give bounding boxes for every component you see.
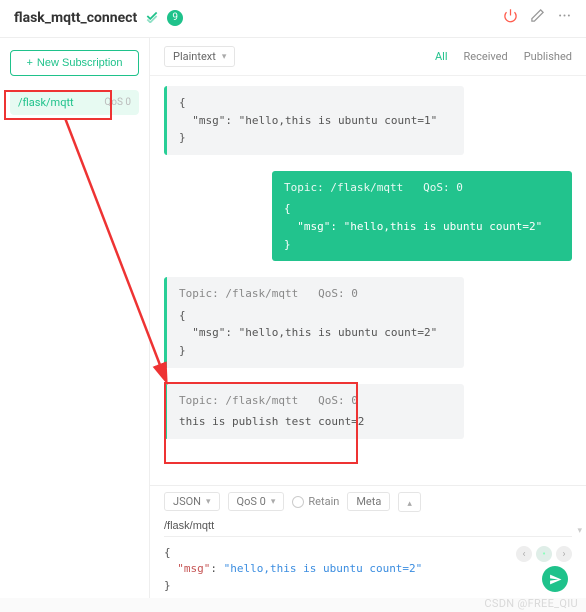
filter-published[interactable]: Published — [524, 50, 572, 63]
publish-topic-input[interactable] — [164, 516, 572, 537]
subscription-topic: /flask/mqtt — [18, 96, 88, 109]
message-body: { "msg": "hello,this is ubuntu count=2" … — [284, 200, 560, 253]
message-header: Topic: /flask/mqtt QoS: 0 — [179, 392, 452, 410]
messages-toolbar: Plaintext ▾ All Received Published — [150, 38, 586, 76]
titlebar: flask_mqtt_connect 9 — [0, 0, 586, 38]
collapse-toggle[interactable]: ▴ — [398, 492, 421, 512]
message-card: Topic: /flask/mqtt QoS: 0 { "msg": "hell… — [272, 171, 572, 261]
titlebar-left: flask_mqtt_connect 9 — [14, 8, 183, 27]
message-card: Topic: /flask/mqtt QoS: 0 this is publis… — [164, 384, 464, 439]
message-card: Topic: /flask/mqtt QoS: 0 { "msg": "hell… — [164, 277, 464, 367]
messages-panel[interactable]: { "msg": "hello,this is ubuntu count=1" … — [150, 76, 586, 485]
subscription-qos: QoS 0 — [104, 97, 131, 108]
publish-payload-editor[interactable]: { "msg": "hello,this is ubuntu count=2" … — [164, 541, 572, 599]
history-next-icon[interactable]: › — [556, 546, 572, 562]
payload-type-select[interactable]: JSON▾ — [164, 492, 220, 511]
titlebar-actions — [503, 8, 572, 27]
chevron-down-icon: ▾ — [206, 497, 211, 507]
meta-button[interactable]: Meta — [347, 492, 390, 511]
chevron-down-icon[interactable]: ▾ — [577, 526, 582, 536]
message-card: { "msg": "hello,this is ubuntu count=1" … — [164, 86, 464, 155]
main: + New Subscription /flask/mqtt QoS 0 Pla… — [0, 38, 586, 598]
message-body: { "msg": "hello,this is ubuntu count=2" … — [179, 307, 452, 360]
power-icon[interactable] — [503, 8, 518, 27]
content: Plaintext ▾ All Received Published { "ms… — [150, 38, 586, 598]
new-subscription-button[interactable]: + New Subscription — [10, 50, 139, 76]
chevron-up-icon: ▴ — [407, 499, 412, 509]
send-button[interactable] — [542, 566, 568, 592]
message-filters: All Received Published — [435, 50, 572, 63]
watermark: CSDN @FREE_QIU — [484, 597, 578, 610]
history-prev-icon[interactable]: ‹ — [516, 546, 532, 562]
message-body: this is publish test count=2 — [179, 413, 452, 431]
unread-badge: 9 — [167, 10, 183, 26]
payload-format-value: Plaintext — [173, 50, 216, 63]
filter-all[interactable]: All — [435, 50, 448, 63]
payload-format-select[interactable]: Plaintext ▾ — [164, 46, 235, 67]
history-middle-icon[interactable]: • — [536, 546, 552, 562]
subscription-item[interactable]: /flask/mqtt QoS 0 — [10, 90, 139, 115]
edit-icon[interactable] — [530, 8, 545, 27]
filter-received[interactable]: Received — [464, 50, 508, 63]
qos-select[interactable]: QoS 0▾ — [228, 492, 285, 511]
more-icon[interactable] — [557, 8, 572, 27]
connection-name: flask_mqtt_connect — [14, 10, 137, 26]
history-pager: ‹ • › — [516, 546, 572, 562]
new-subscription-label: New Subscription — [37, 57, 123, 69]
plus-icon: + — [26, 57, 32, 69]
message-header: Topic: /flask/mqtt QoS: 0 — [179, 285, 452, 303]
radio-icon — [292, 496, 304, 508]
online-check-icon — [145, 8, 159, 27]
publish-options-row: JSON▾ QoS 0▾ Retain Meta ▴ — [164, 492, 572, 512]
publish-bar: JSON▾ QoS 0▾ Retain Meta ▴ ▾ { "msg": "h… — [150, 485, 586, 599]
sidebar: + New Subscription /flask/mqtt QoS 0 — [0, 38, 150, 598]
message-body: { "msg": "hello,this is ubuntu count=1" … — [179, 94, 452, 147]
message-header: Topic: /flask/mqtt QoS: 0 — [284, 179, 560, 197]
chevron-down-icon: ▾ — [271, 497, 276, 507]
retain-toggle[interactable]: Retain — [292, 495, 339, 508]
chevron-down-icon: ▾ — [222, 52, 227, 62]
